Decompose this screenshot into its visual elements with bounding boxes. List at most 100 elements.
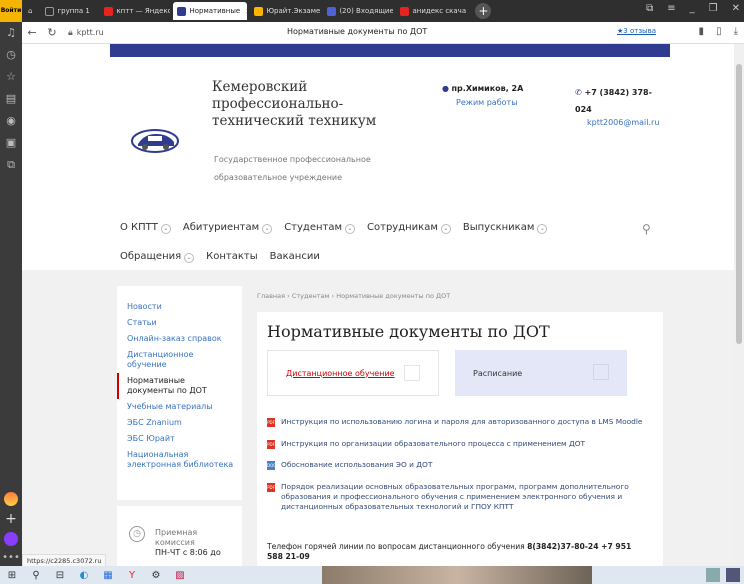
history-icon[interactable]: ◷: [0, 44, 22, 66]
status-bar-url: https://c2285.c3072.ru: [22, 554, 107, 566]
mail-favicon-icon: [327, 6, 337, 16]
pdf-icon: PDF: [267, 418, 275, 427]
home-tab[interactable]: ⌂: [22, 2, 38, 20]
breadcrumb-home[interactable]: Главная: [257, 292, 285, 300]
play-icon[interactable]: ◉: [0, 110, 22, 132]
main-content: Нормативные документы по ДОТ Дистанционн…: [257, 312, 663, 566]
clock-icon: ◷: [129, 526, 145, 542]
menu-item-contacts[interactable]: Контакты: [206, 251, 257, 263]
add-icon[interactable]: +: [0, 510, 22, 528]
back-icon[interactable]: ←: [22, 26, 42, 39]
assistant-icon[interactable]: [4, 532, 18, 546]
edge-icon[interactable]: ◐: [72, 570, 96, 581]
tab[interactable]: (20) Входящие —: [323, 2, 393, 20]
doc-link[interactable]: PDF Инструкция по организации образовате…: [267, 439, 667, 449]
tray-app-icon[interactable]: [706, 568, 720, 582]
more-icon[interactable]: •••: [0, 550, 22, 566]
home-icon: ⌂: [28, 7, 33, 15]
yandex-login-button[interactable]: Войти: [0, 0, 22, 22]
breadcrumb-section[interactable]: Студентам: [292, 292, 330, 300]
tab[interactable]: Юрайт.Экзамен: [250, 2, 320, 20]
kptt-logo[interactable]: [130, 126, 180, 156]
left-menu-item[interactable]: Статьи: [117, 315, 242, 331]
left-menu-item[interactable]: Дистанционное обучение: [117, 347, 242, 373]
doc-link[interactable]: DOC Обоснование использования ЭО и ДОТ: [267, 460, 667, 470]
windows-start-icon[interactable]: ⊞: [0, 570, 24, 581]
reader-icon[interactable]: ▯: [716, 26, 722, 37]
left-menu-item[interactable]: Онлайн-заказ справок: [117, 331, 242, 347]
left-menu-item[interactable]: Учебные материалы: [117, 399, 242, 415]
phone-block[interactable]: ✆ +7 (3842) 378- 024: [575, 84, 667, 118]
store-icon[interactable]: ▦: [96, 570, 120, 581]
tab[interactable]: анидекс скачать: [396, 2, 466, 20]
bookmark-icon[interactable]: ▮: [699, 26, 705, 37]
minimize-icon[interactable]: _: [690, 3, 695, 14]
menu-item-applicants[interactable]: Абитуриентам ⌄: [183, 222, 273, 234]
tab-active[interactable]: Нормативные✕: [173, 2, 248, 20]
reload-icon[interactable]: ↻: [42, 26, 62, 39]
bookmarks-icon[interactable]: ☆: [0, 66, 22, 88]
download-icon[interactable]: ⤓: [734, 26, 738, 37]
yandex-favicon-icon: [400, 6, 410, 16]
menu-item-vacancies[interactable]: Вакансии: [270, 251, 320, 263]
url-text[interactable]: kptt.ru: [77, 28, 104, 37]
pdf-icon: PDF: [267, 440, 275, 449]
search-icon[interactable]: ⚲: [642, 222, 651, 236]
taskbar: ⊞ ⚲ ⊟ ◐ ▦ Y ⚙ ▨: [0, 566, 744, 584]
chevron-down-icon: ⌄: [262, 224, 273, 234]
menu-item-students[interactable]: Студентам ⌄: [284, 222, 356, 234]
restore-icon[interactable]: ❐: [709, 3, 718, 14]
left-menu-item[interactable]: ЭБС Юрайт: [117, 431, 242, 447]
close-tab-icon[interactable]: ✕: [245, 7, 247, 16]
page-title: Нормативные документы по ДОТ: [267, 322, 550, 341]
web-page: Кемеровский профессионально- технический…: [22, 44, 734, 566]
bell-icon[interactable]: ♫: [0, 22, 22, 44]
tab-favicon-icon: [45, 6, 55, 16]
left-menu-item-active[interactable]: Нормативные документы по ДОТ: [117, 373, 242, 399]
chevron-down-icon: ⌄: [184, 253, 195, 263]
notes-icon[interactable]: ▤: [0, 88, 22, 110]
mail-icon[interactable]: ▣: [0, 132, 22, 154]
menu-item-staff[interactable]: Сотрудникам ⌄: [367, 222, 451, 234]
breadcrumb: Главная › Студентам › Нормативные докуме…: [257, 292, 451, 300]
scrollbar-thumb[interactable]: [736, 64, 742, 344]
tab[interactable]: кптт — Яндекс:: [100, 2, 170, 20]
lock-icon[interactable]: 🔒︎: [68, 28, 73, 38]
tabs-icon[interactable]: ⧉: [646, 3, 653, 14]
yandex-browser-icon[interactable]: Y: [120, 570, 144, 581]
menu-item-about[interactable]: О КПТТ ⌄: [120, 222, 171, 234]
tray-app-icon[interactable]: [726, 568, 740, 582]
chevron-down-icon: ⌄: [345, 224, 356, 234]
window-controls: ⧉ ≡ _ ❐ ✕: [646, 3, 740, 14]
working-hours-link[interactable]: Режим работы: [456, 98, 523, 107]
kptt-favicon-icon: [177, 6, 187, 16]
new-tab-button[interactable]: +: [475, 3, 492, 19]
tab[interactable]: группа 1: [41, 2, 97, 20]
doc-link[interactable]: PDF Инструкция по использованию логина и…: [267, 417, 667, 427]
chevron-down-icon: ⌄: [440, 224, 451, 234]
chevron-down-icon: ⌄: [537, 224, 548, 234]
task-view-icon[interactable]: ⊟: [48, 570, 72, 581]
menu-item-appeals[interactable]: Обращения ⌄: [120, 251, 195, 263]
doc-link[interactable]: PDF Порядок реализации основных образова…: [267, 482, 647, 512]
email-link[interactable]: kptt2006@mail.ru: [587, 118, 659, 127]
tab-bar: ⌂ группа 1 кптт — Яндекс: Нормативные✕ Ю…: [22, 0, 744, 22]
settings-icon[interactable]: ⚙: [144, 570, 168, 581]
top-strip: [110, 44, 670, 57]
close-window-icon[interactable]: ✕: [732, 3, 740, 14]
left-menu-item[interactable]: Новости: [117, 299, 242, 315]
collections-icon[interactable]: ⧉: [0, 154, 22, 176]
menu-item-graduates[interactable]: Выпускникам ⌄: [463, 222, 548, 234]
distance-learning-card[interactable]: Дистанционное обучение: [267, 350, 439, 396]
reviews-link[interactable]: ★3 отзыва: [617, 27, 656, 35]
search-icon[interactable]: ⚲: [24, 570, 48, 581]
external-link-icon: [404, 365, 420, 381]
schedule-card[interactable]: Расписание: [455, 350, 627, 396]
scrollbar[interactable]: [734, 44, 744, 566]
menu-icon[interactable]: ≡: [667, 3, 675, 14]
paint-icon[interactable]: ▨: [168, 570, 192, 581]
system-tray: [706, 568, 740, 582]
alice-icon[interactable]: [4, 492, 18, 506]
left-menu-item[interactable]: Национальная электронная библиотека: [117, 447, 242, 473]
left-menu-item[interactable]: ЭБС Znanium: [117, 415, 242, 431]
